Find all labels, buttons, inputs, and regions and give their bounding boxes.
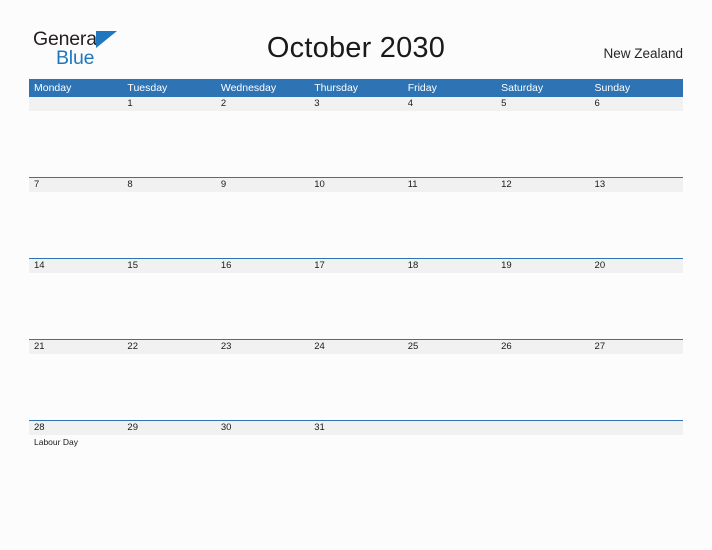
day-cell-2[interactable] (216, 111, 309, 177)
day-cell-empty (496, 435, 589, 501)
day-number-17[interactable]: 17 (309, 259, 402, 273)
day-number-empty (29, 97, 122, 111)
day-cell-14[interactable] (29, 273, 122, 339)
day-number-20[interactable]: 20 (590, 259, 683, 273)
day-number-4[interactable]: 4 (403, 97, 496, 111)
day-number-22[interactable]: 22 (122, 340, 215, 354)
weekday-header-thursday: Thursday (314, 82, 359, 94)
calendar-week-row: 28 29 30 31 Labour Day (29, 420, 683, 501)
day-cell-18[interactable] (403, 273, 496, 339)
week-body-row (29, 354, 683, 420)
weekday-header-wednesday: Wednesday (220, 82, 277, 94)
day-cell-10[interactable] (309, 192, 402, 258)
day-number-31[interactable]: 31 (309, 421, 402, 435)
day-cell-21[interactable] (29, 354, 122, 420)
week-date-number-row: 28 29 30 31 (29, 421, 683, 435)
calendar-grid: Monday Tuesday Wednesday Thursday Friday Satu… (29, 79, 683, 501)
day-number-8[interactable]: 8 (122, 178, 215, 192)
day-cell-empty (403, 435, 496, 501)
day-cell-23[interactable] (216, 354, 309, 420)
weekday-header-sunday: Sunday (594, 82, 631, 94)
weekday-header-row: Monday Tuesday Wednesday Thursday Friday Satu… (29, 79, 683, 97)
day-number-27[interactable]: 27 (590, 340, 683, 354)
day-cell-30[interactable] (216, 435, 309, 501)
day-number-26[interactable]: 26 (496, 340, 589, 354)
day-cell-9[interactable] (216, 192, 309, 258)
day-cell-29[interactable] (122, 435, 215, 501)
week-body-row (29, 111, 683, 177)
day-number-14[interactable]: 14 (29, 259, 122, 273)
day-cell-16[interactable] (216, 273, 309, 339)
day-number-24[interactable]: 24 (309, 340, 402, 354)
day-cell-26[interactable] (496, 354, 589, 420)
day-number-1[interactable]: 1 (122, 97, 215, 111)
day-cell-15[interactable] (122, 273, 215, 339)
day-cell-3[interactable] (309, 111, 402, 177)
day-number-11[interactable]: 11 (403, 178, 496, 192)
day-number-23[interactable]: 23 (216, 340, 309, 354)
day-cell-11[interactable] (403, 192, 496, 258)
day-cell-empty (29, 111, 122, 177)
day-cell-17[interactable] (309, 273, 402, 339)
day-number-19[interactable]: 19 (496, 259, 589, 273)
day-cell-19[interactable] (496, 273, 589, 339)
day-number-9[interactable]: 9 (216, 178, 309, 192)
day-number-15[interactable]: 15 (122, 259, 215, 273)
day-cell-31[interactable] (309, 435, 402, 501)
day-cell-25[interactable] (403, 354, 496, 420)
day-cell-22[interactable] (122, 354, 215, 420)
day-number-empty (403, 421, 496, 435)
week-body-row: Labour Day (29, 435, 683, 501)
calendar-weeks: 1 2 3 4 5 6 7 8 9 10 11 12 13 14 15 16 17 18 19 20 21 22 23 24 2… (29, 97, 683, 501)
day-number-empty (590, 421, 683, 435)
calendar-page: General Blue October 2030 New Zealand Mo… (0, 0, 712, 550)
day-number-5[interactable]: 5 (496, 97, 589, 111)
week-date-number-row: 14 15 16 17 18 19 20 (29, 259, 683, 273)
day-number-21[interactable]: 21 (29, 340, 122, 354)
day-cell-1[interactable] (122, 111, 215, 177)
day-cell-20[interactable] (590, 273, 683, 339)
holiday-label: Labour Day (34, 437, 78, 447)
day-number-6[interactable]: 6 (590, 97, 683, 111)
day-cell-7[interactable] (29, 192, 122, 258)
day-number-28[interactable]: 28 (29, 421, 122, 435)
day-number-13[interactable]: 13 (590, 178, 683, 192)
day-cell-empty (590, 435, 683, 501)
day-number-2[interactable]: 2 (216, 97, 309, 111)
calendar-week-row: 14 15 16 17 18 19 20 (29, 258, 683, 339)
day-number-10[interactable]: 10 (309, 178, 402, 192)
day-number-25[interactable]: 25 (403, 340, 496, 354)
weekday-header-tuesday: Tuesday (127, 82, 168, 94)
calendar-week-row: 7 8 9 10 11 12 13 (29, 177, 683, 258)
day-cell-4[interactable] (403, 111, 496, 177)
week-body-row (29, 273, 683, 339)
day-cell-6[interactable] (590, 111, 683, 177)
day-number-12[interactable]: 12 (496, 178, 589, 192)
day-cell-13[interactable] (590, 192, 683, 258)
weekday-header-saturday: Saturday (501, 82, 544, 94)
country-label: New Zealand (603, 46, 683, 61)
day-cell-28[interactable]: Labour Day (29, 435, 122, 501)
day-cell-12[interactable] (496, 192, 589, 258)
day-number-30[interactable]: 30 (216, 421, 309, 435)
day-number-3[interactable]: 3 (309, 97, 402, 111)
page-header: General Blue October 2030 New Zealand (0, 0, 712, 78)
day-number-empty (496, 421, 589, 435)
weekday-header-monday: Monday (34, 82, 72, 94)
week-date-number-row: 21 22 23 24 25 26 27 (29, 340, 683, 354)
day-cell-8[interactable] (122, 192, 215, 258)
day-cell-27[interactable] (590, 354, 683, 420)
day-cell-5[interactable] (496, 111, 589, 177)
week-date-number-row: 7 8 9 10 11 12 13 (29, 178, 683, 192)
week-date-number-row: 123456 (29, 97, 683, 111)
day-number-7[interactable]: 7 (29, 178, 122, 192)
calendar-week-row: 123456 (29, 97, 683, 177)
day-number-18[interactable]: 18 (403, 259, 496, 273)
day-cell-24[interactable] (309, 354, 402, 420)
weekday-header-friday: Friday (407, 82, 437, 94)
week-body-row (29, 192, 683, 258)
day-number-29[interactable]: 29 (122, 421, 215, 435)
calendar-week-row: 21 22 23 24 25 26 27 (29, 339, 683, 420)
day-number-16[interactable]: 16 (216, 259, 309, 273)
